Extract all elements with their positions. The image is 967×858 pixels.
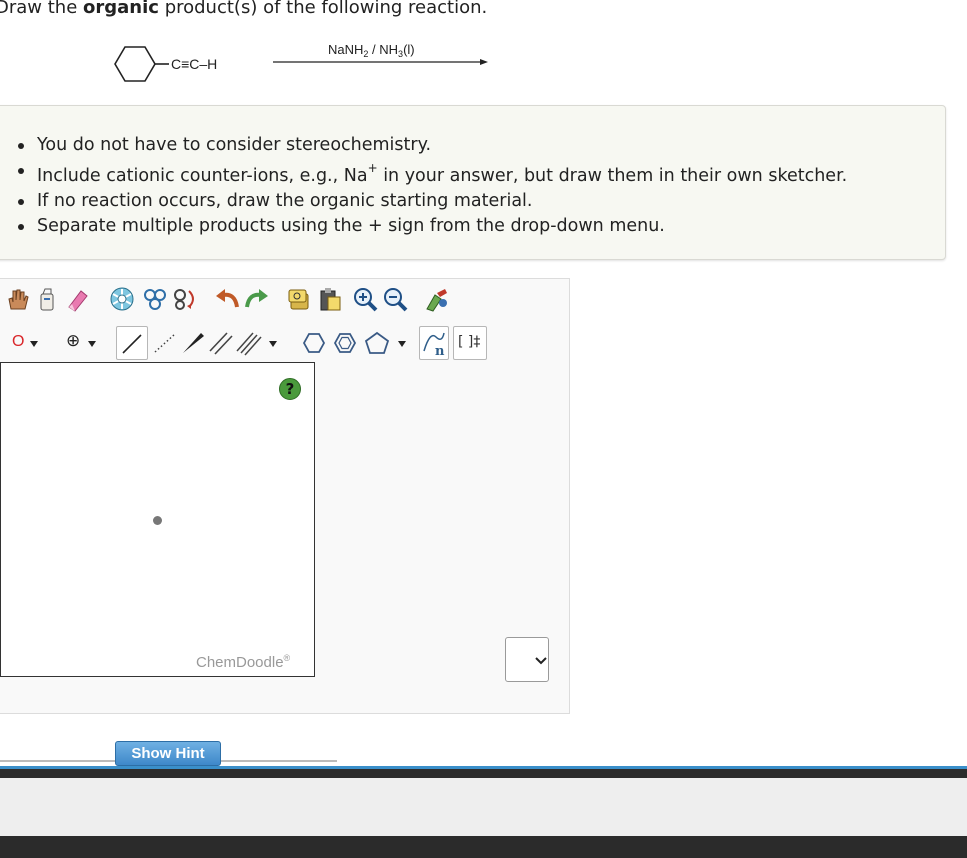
eraser-icon[interactable] <box>63 285 91 313</box>
element-label: O <box>12 333 25 350</box>
bottom-bar <box>0 836 967 858</box>
hand-pan-icon[interactable] <box>3 285 31 313</box>
triple-bond-icon[interactable] <box>235 329 279 357</box>
arrow-head <box>480 59 488 65</box>
svg-text:n: n <box>435 344 445 359</box>
double-bond-icon[interactable] <box>207 329 235 357</box>
question-bold: organic <box>83 0 159 18</box>
benzene-icon[interactable] <box>331 329 359 357</box>
ring-dropdown-arrow <box>398 341 406 347</box>
zoom-in-icon[interactable] <box>351 285 379 313</box>
instruction-counterions: Include cationic counter-ions, e.g., Na+… <box>17 158 847 189</box>
question-suffix: product(s) of the following reaction. <box>164 0 488 18</box>
question-text: Draw the organic product(s) of the follo… <box>0 0 487 18</box>
clean-icon[interactable] <box>423 285 451 313</box>
instruction-stereo: You do not have to consider stereochemis… <box>17 133 847 158</box>
zoom-out-icon[interactable] <box>381 285 409 313</box>
chemdoodle-brand: ChemDoodle® <box>196 653 291 671</box>
reaction-scheme: C≡C–H NaNH2 / NH3(l) <box>114 42 488 82</box>
instruction-no-reaction: If no reaction occurs, draw the organic … <box>17 189 847 214</box>
paste-icon[interactable] <box>316 285 344 313</box>
element-selector[interactable]: O <box>3 326 43 360</box>
instruction-multiple-products: Separate multiple products using the + s… <box>17 214 847 239</box>
lasso-icon[interactable] <box>33 285 61 313</box>
cyclohexane-icon[interactable] <box>300 329 328 357</box>
wedge-bond-icon[interactable] <box>179 329 207 357</box>
bracket-template-icon[interactable]: [ ]‡ <box>453 326 487 360</box>
cyclopentane-icon[interactable] <box>363 329 409 357</box>
redo-icon[interactable] <box>243 285 271 313</box>
clear-icon[interactable] <box>108 285 136 313</box>
footer-dark-bar <box>0 769 967 778</box>
instructions-list: You do not have to consider stereochemis… <box>17 133 847 239</box>
bond-dropdown-arrow <box>269 341 277 347</box>
question-prefix: Draw the <box>0 0 78 18</box>
copy-icon[interactable] <box>286 285 314 313</box>
charge-dropdown-arrow <box>88 341 96 347</box>
canvas-cursor-dot <box>153 516 162 525</box>
element-dropdown-arrow <box>30 341 38 347</box>
charge-plus-icon: ⊕ <box>66 331 81 351</box>
undo-icon[interactable] <box>213 285 241 313</box>
alkyne-label: C≡C–H <box>171 56 217 72</box>
bracket-template-label: [ ]‡ <box>458 334 481 350</box>
chain-icon[interactable]: n <box>419 326 449 360</box>
dashed-bond-icon[interactable] <box>151 329 179 357</box>
product-separator-select[interactable] <box>505 637 549 682</box>
drawing-canvas[interactable]: ? ChemDoodle® <box>0 362 315 677</box>
chevron-down-icon <box>535 657 547 665</box>
show-hint-button[interactable]: Show Hint <box>115 741 221 766</box>
rings-icon[interactable] <box>141 285 169 313</box>
single-bond-icon[interactable] <box>116 326 148 360</box>
rotate-icon[interactable] <box>171 285 199 313</box>
instructions-box: You do not have to consider stereochemis… <box>0 105 946 260</box>
footer-area <box>0 778 967 836</box>
reagent-label: NaNH2 / NH3(l) <box>328 42 415 59</box>
charge-selector[interactable]: ⊕ <box>61 326 103 360</box>
cyclohexane-ring <box>114 46 156 82</box>
help-icon[interactable]: ? <box>279 378 301 400</box>
